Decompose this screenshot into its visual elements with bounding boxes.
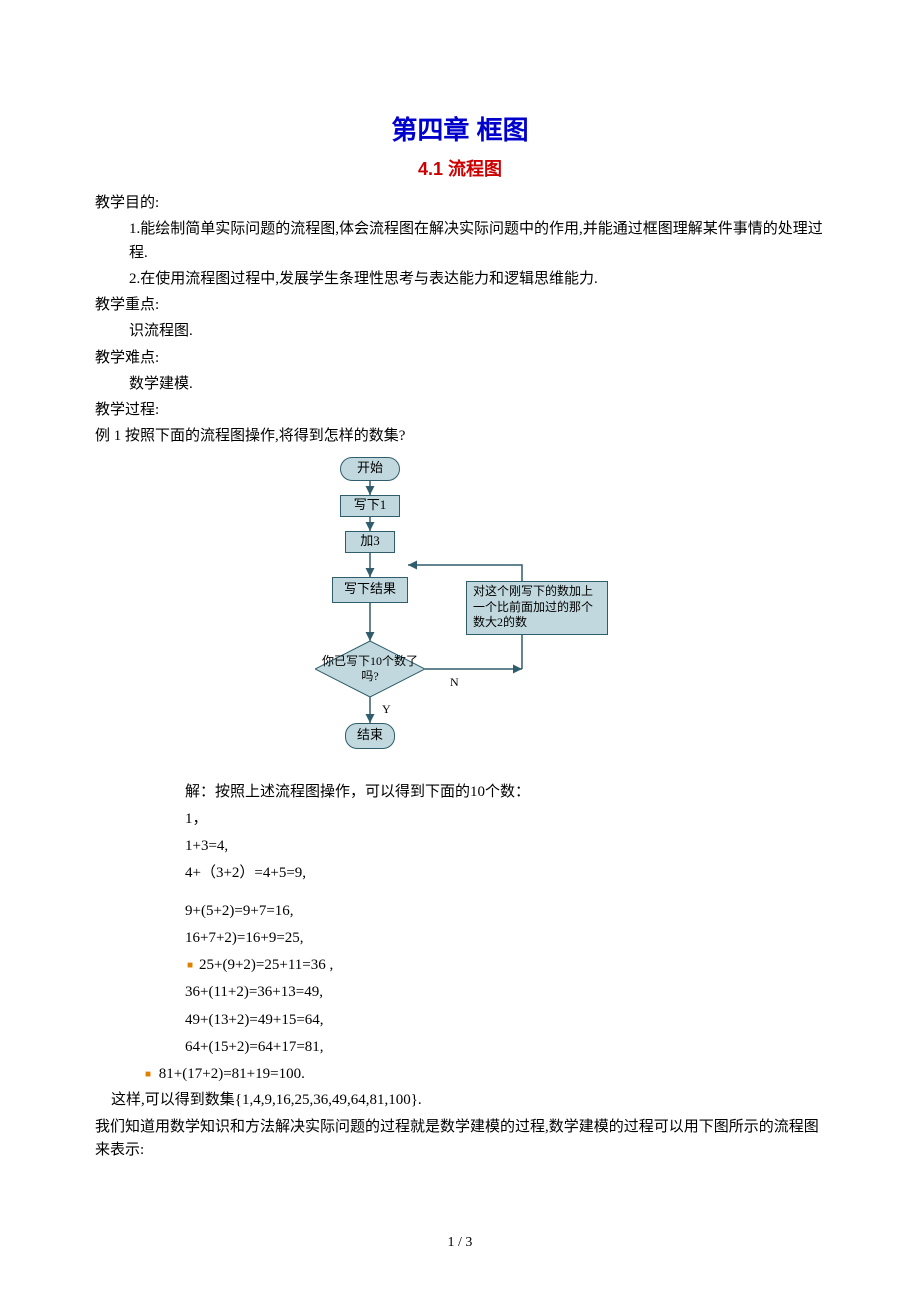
answer-line-1: 1， (185, 808, 825, 831)
flow-no-label: N (450, 673, 459, 692)
flow-decision-label: 你已写下10个数了吗? (315, 641, 425, 697)
closing-paragraph: 我们知道用数学知识和方法解决实际问题的过程就是数学建模的过程,数学建模的过程可以… (95, 1116, 825, 1163)
flow-end: 结束 (345, 723, 395, 749)
section-title: 4.1 流程图 (95, 156, 825, 184)
hard-item: 数学建模. (95, 373, 825, 396)
answer-intro: 解：按照上述流程图操作，可以得到下面的10个数： (185, 781, 825, 804)
hard-heading: 教学难点: (95, 347, 825, 370)
answer-line-2: 1+3=4, (185, 835, 825, 858)
flowchart: 开始 写下1 加3 写下结果 对这个刚写下的数加上一个比前面加过的那个数大2的数… (290, 455, 630, 775)
answer-line-10: 81+(17+2)=81+19=100. (159, 1066, 305, 1082)
answer-block-2: 9+(5+2)=9+7=16, 16+7+2)=16+9=25, ■25+(9+… (95, 900, 825, 1060)
answer-line-9: 64+(15+2)=64+17=81, (185, 1039, 324, 1055)
flow-add3: 加3 (345, 531, 395, 553)
goal-item-2: 2.在使用流程图过程中,发展学生条理性思考与表达能力和逻辑思维能力. (95, 268, 825, 291)
flow-side-box: 对这个刚写下的数加上一个比前面加过的那个数大2的数 (466, 581, 608, 635)
goal-heading: 教学目的: (95, 192, 825, 215)
answer-line-4: 9+(5+2)=9+7=16, (185, 903, 294, 919)
process-heading: 教学过程: (95, 399, 825, 422)
flow-write-result: 写下结果 (332, 577, 408, 603)
answer-set: 这样,可以得到数集{1,4,9,16,25,36,49,64,81,100}. (95, 1089, 825, 1112)
answer-block-1: 解：按照上述流程图操作，可以得到下面的10个数： 1， 1+3=4, 4+（3+… (95, 781, 825, 886)
answer-line-8: 49+(13+2)=49+15=64, (185, 1012, 324, 1028)
answer-line-3: 4+（3+2）=4+5=9, (185, 862, 825, 885)
bullet-icon: ■ (185, 958, 199, 974)
answer-line-5: 16+7+2)=16+9=25, (185, 930, 304, 946)
answer-line-7: 36+(11+2)=36+13=49, (185, 984, 323, 1000)
goal-item-1: 1.能绘制简单实际问题的流程图,体会流程图在解决实际问题中的作用,并能通过框图理… (95, 218, 825, 265)
chapter-title: 第四章 框图 (95, 110, 825, 150)
bullet-icon: ■ (145, 1069, 155, 1080)
flow-write1: 写下1 (340, 495, 400, 517)
flow-decision: 你已写下10个数了吗? (315, 641, 425, 697)
flow-start: 开始 (340, 457, 400, 481)
focus-heading: 教学重点: (95, 294, 825, 317)
flow-yes-label: Y (382, 700, 391, 719)
page-number: 1 / 3 (0, 1232, 920, 1254)
answer-line-6: 25+(9+2)=25+11=36 , (199, 957, 333, 973)
example-1-prompt: 例 1 按照下面的流程图操作,将得到怎样的数集? (95, 425, 825, 448)
focus-item: 识流程图. (95, 320, 825, 343)
